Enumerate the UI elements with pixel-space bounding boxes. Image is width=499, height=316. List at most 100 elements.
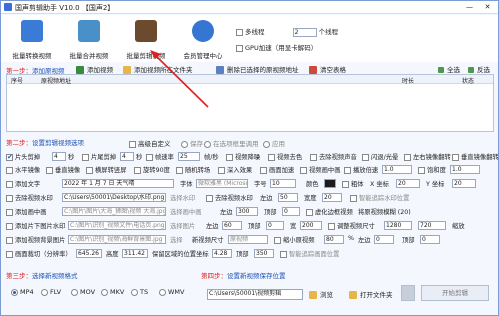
- video-width-input[interactable]: 1280: [384, 221, 412, 230]
- vmirror-checkbox[interactable]: [46, 166, 53, 174]
- adjust-size-checkbox[interactable]: [328, 222, 335, 230]
- vmirror-option[interactable]: 垂直镜像: [46, 165, 80, 174]
- crop-top-input[interactable]: 350: [254, 249, 274, 258]
- multi-thread-option[interactable]: 多线程 2 个线程: [236, 26, 338, 37]
- mirror-option[interactable]: 左右镜像翻转: [404, 152, 451, 161]
- add-video-button[interactable]: 添加视频: [76, 64, 113, 74]
- flash-checkbox[interactable]: [362, 153, 369, 161]
- speed-up-checkbox[interactable]: [260, 166, 267, 174]
- crop-width-input[interactable]: 645.26: [76, 249, 102, 258]
- random-transition-option[interactable]: 随机转场: [176, 165, 210, 174]
- start-edit-button[interactable]: 开始剪辑: [421, 285, 489, 301]
- format-wmv[interactable]: WMV: [159, 288, 184, 296]
- watermark-path-input[interactable]: C:\Users\50001\Desktop\水印.png: [62, 193, 166, 202]
- format-mkv[interactable]: MKV: [101, 288, 124, 296]
- wm-width-input[interactable]: 20: [322, 193, 342, 202]
- play-speed-input[interactable]: 1.0: [382, 165, 412, 174]
- add-text-option[interactable]: 添加文字: [6, 179, 40, 188]
- browse-button[interactable]: 浏览: [309, 289, 333, 299]
- pip-top-input[interactable]: 0: [282, 207, 300, 216]
- crop-height-input[interactable]: 311.42: [122, 249, 148, 258]
- invert-button[interactable]: 反选: [468, 64, 490, 74]
- hmirror-checkbox[interactable]: [6, 166, 13, 174]
- gpu-checkbox[interactable]: [236, 44, 243, 52]
- format-mov-radio[interactable]: [71, 288, 78, 296]
- add-pip-checkbox[interactable]: [6, 208, 13, 216]
- img-top-input[interactable]: 0: [266, 221, 284, 230]
- stop-icon[interactable]: [401, 285, 415, 301]
- format-flv-radio[interactable]: [41, 288, 48, 296]
- bg-path-input[interactable]: C:\图片\识别_视频\海鲜背景图.jpg: [68, 235, 166, 244]
- blur-border-checkbox[interactable]: [306, 208, 313, 216]
- flip-option[interactable]: 垂直镜像翻转: [452, 152, 498, 161]
- pip-video-option[interactable]: 视频画中画: [300, 165, 340, 174]
- denoise-checkbox[interactable]: [226, 153, 233, 161]
- close-button[interactable]: ✕: [482, 2, 493, 12]
- play-speed-checkbox[interactable]: [344, 166, 351, 174]
- fade-in-option[interactable]: 深入效果: [218, 165, 252, 174]
- apply-option[interactable]: 应用: [263, 138, 285, 148]
- track-frame-checkbox[interactable]: [280, 250, 287, 258]
- pos-y-input[interactable]: 20: [452, 179, 476, 188]
- format-ts-radio[interactable]: [131, 288, 138, 296]
- bg-left-input[interactable]: 0: [374, 235, 394, 244]
- random-transition-checkbox[interactable]: [176, 166, 183, 174]
- pip-left-input[interactable]: 300: [236, 207, 258, 216]
- advanced-custom-checkbox[interactable]: [129, 140, 136, 148]
- cut-head-input[interactable]: 4: [52, 152, 66, 161]
- new-size-select[interactable]: 原视频: [228, 235, 268, 244]
- video-height-input[interactable]: 720: [418, 221, 446, 230]
- add-bg-checkbox[interactable]: [6, 236, 13, 244]
- multi-thread-checkbox[interactable]: [236, 28, 243, 36]
- format-mp4-radio[interactable]: [11, 288, 18, 296]
- add-folder-button[interactable]: 添加视频所在文件夹: [123, 64, 193, 74]
- speed-up-option[interactable]: 画面加速: [260, 165, 294, 174]
- image-wm-path-input[interactable]: C:\图片\识别_视频文件\电话页.png: [68, 221, 166, 230]
- pick-image-button[interactable]: 选择图片: [170, 221, 195, 230]
- flip-checkbox[interactable]: [452, 153, 459, 161]
- add-image-wm-option[interactable]: 添加片下图片水印: [6, 221, 65, 230]
- save-option[interactable]: 保存: [181, 138, 203, 148]
- format-mov[interactable]: MOV: [71, 288, 95, 296]
- text-content-input[interactable]: 2022 年 1 月 7 日 天气晴: [62, 179, 174, 188]
- remove-watermark-checkbox[interactable]: [6, 194, 13, 202]
- track-watermark-checkbox[interactable]: [350, 194, 357, 202]
- saturation-option[interactable]: 饱和度: [418, 165, 446, 174]
- track-watermark-option[interactable]: 智能追踪水印位置: [350, 193, 409, 202]
- decolor-option[interactable]: 视频去色: [268, 152, 302, 161]
- framerate-option[interactable]: 帧速率: [146, 152, 174, 161]
- text-color-swatch[interactable]: [324, 179, 336, 188]
- add-bg-option[interactable]: 添加视频背景图片: [6, 235, 65, 244]
- fade-in-checkbox[interactable]: [218, 166, 225, 174]
- pos-x-input[interactable]: 20: [396, 179, 420, 188]
- pip-path-input[interactable]: C:\图片\图片\大海_狮图\视频 大海.jpg: [62, 207, 166, 216]
- batch-convert-button[interactable]: 批量转换视频: [6, 17, 58, 61]
- format-wmv-radio[interactable]: [159, 288, 166, 296]
- cut-tail-input[interactable]: 4: [120, 152, 134, 161]
- play-speed-option[interactable]: 播放倍速: [344, 165, 378, 174]
- mirror-checkbox[interactable]: [404, 153, 411, 161]
- open-folder-button[interactable]: 打开文件夹: [349, 289, 393, 299]
- advanced-custom-option[interactable]: 高级自定义: [129, 138, 171, 148]
- delete-selected-button[interactable]: 删除已选择的原视频地址: [216, 64, 299, 74]
- format-mkv-radio[interactable]: [101, 288, 108, 296]
- rotate-option[interactable]: 旋转90度: [134, 165, 170, 174]
- apply-radio[interactable]: [263, 140, 270, 148]
- save-radio[interactable]: [181, 140, 188, 148]
- pip-video-checkbox[interactable]: [300, 166, 307, 174]
- pick-bg-button[interactable]: 选择: [170, 235, 183, 244]
- saturation-checkbox[interactable]: [418, 166, 425, 174]
- flash-option[interactable]: 闪退/光晕: [362, 152, 398, 161]
- add-image-wm-checkbox[interactable]: [6, 222, 13, 230]
- track-frame-option[interactable]: 智能追踪画面位置: [280, 249, 339, 258]
- remove-watermark-option[interactable]: 去除视频水印: [6, 193, 53, 202]
- batch-edit-button[interactable]: 批量剪辑视频: [120, 17, 172, 61]
- add-pip-option[interactable]: 添加画中画: [6, 207, 46, 216]
- framerate-input[interactable]: 25: [178, 152, 200, 161]
- blur-border-option[interactable]: 虚化边框视频: [306, 207, 353, 216]
- cut-head-checkbox[interactable]: [6, 153, 13, 161]
- rotate-checkbox[interactable]: [134, 166, 141, 174]
- bold-checkbox[interactable]: [342, 180, 349, 188]
- video-table[interactable]: 序号 原视频地址 时长 状态: [6, 74, 494, 132]
- font-select[interactable]: 微软雅黑 (Microsoft YaHei): [196, 179, 248, 188]
